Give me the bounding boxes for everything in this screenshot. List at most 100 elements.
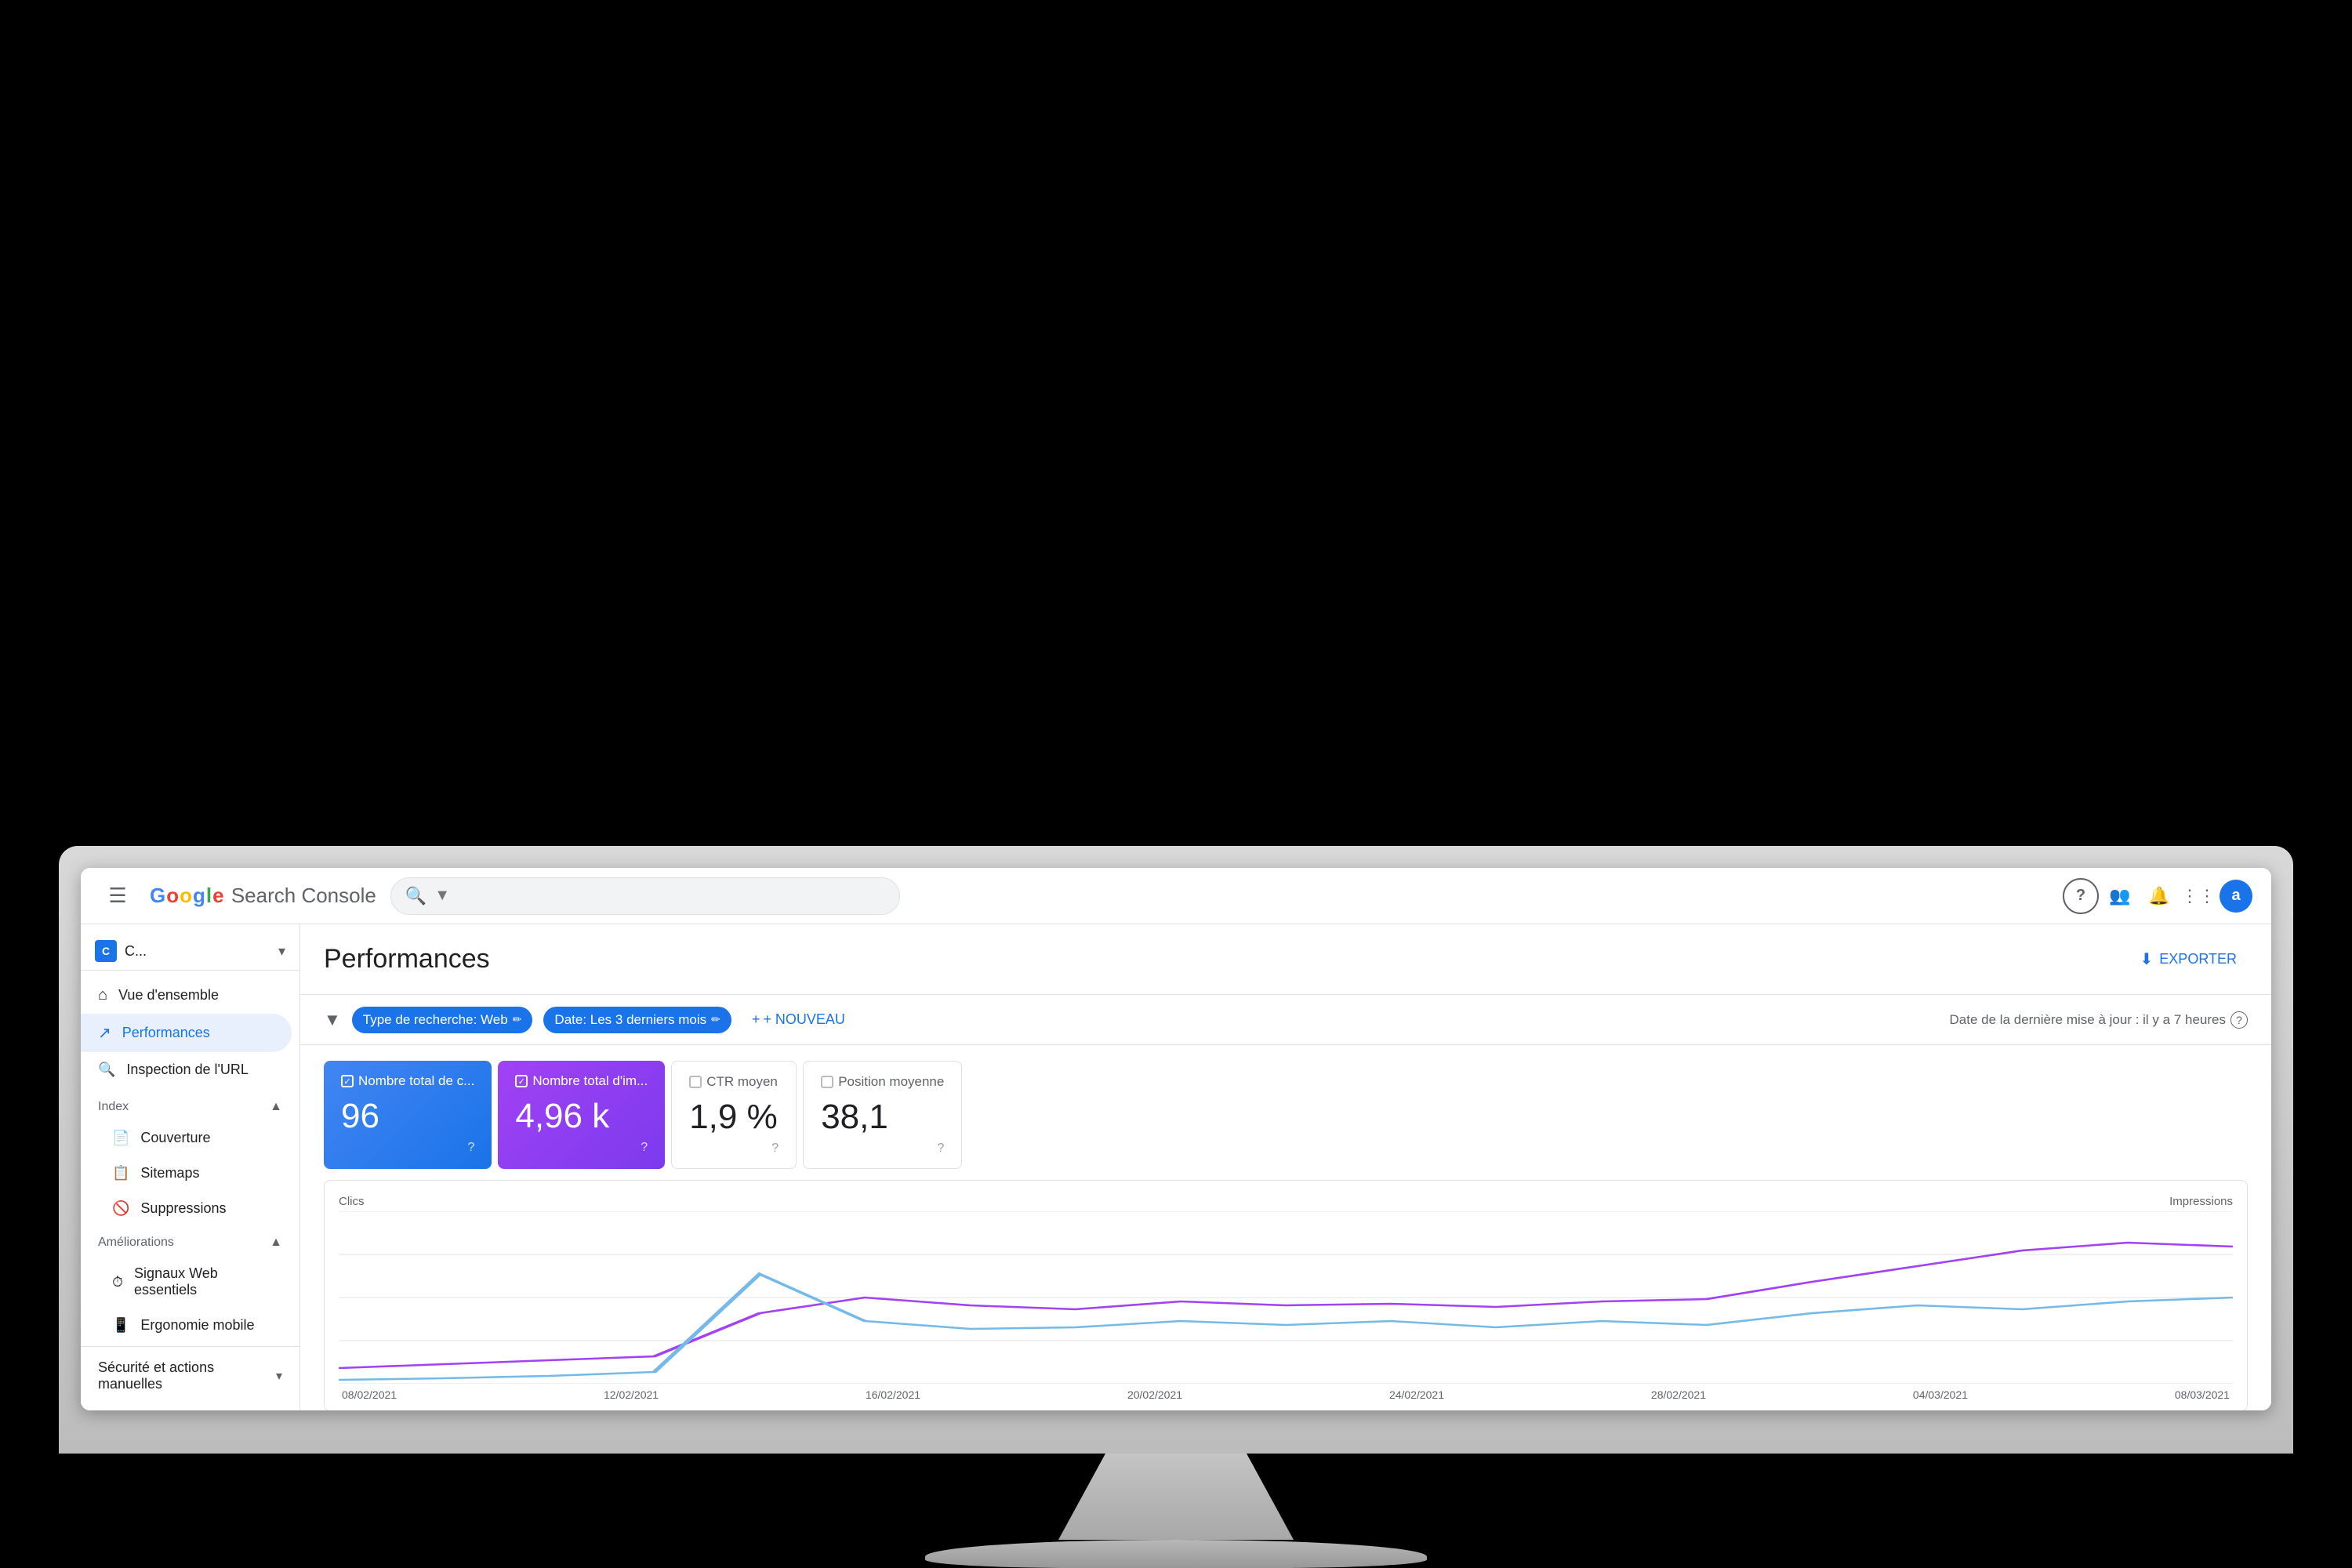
metric-impressions-label: Nombre total d'im... — [532, 1073, 648, 1089]
content-header: Performances ⬇ EXPORTER — [300, 924, 2271, 995]
metric-ctr-checkbox — [689, 1076, 702, 1088]
chart-svg: 450 300 150 0 0 — [339, 1211, 2233, 1384]
metric-card-position-header: Position moyenne — [821, 1074, 944, 1090]
signaux-web-label: Signaux Web essentiels — [134, 1265, 282, 1298]
filter-chip-date-label: Date: Les 3 derniers mois — [554, 1012, 706, 1028]
metric-impressions-value: 4,96 k — [515, 1097, 648, 1136]
new-filter-button[interactable]: + + NOUVEAU — [742, 1006, 855, 1033]
section-anciens-outils-header[interactable]: Anciens outils et rapports ▾ — [81, 1402, 299, 1410]
sitemaps-icon: 📋 — [112, 1165, 129, 1181]
chart-date-8: 08/03/2021 — [2175, 1388, 2230, 1401]
last-update-text: Date de la dernière mise à jour : il y a… — [1950, 1012, 2226, 1028]
sidebar-item-sitemaps[interactable]: 📋 Sitemaps — [81, 1156, 299, 1191]
search-icon: 🔍 — [405, 886, 426, 906]
property-selector[interactable]: C C... ▾ — [81, 932, 299, 971]
section-index-chevron: ▲ — [270, 1100, 282, 1114]
chart-axis-labels: Clics Impressions — [339, 1195, 2233, 1208]
section-ameliorations-chevron: ▲ — [270, 1236, 282, 1250]
chart-date-3: 16/02/2021 — [866, 1388, 920, 1401]
metric-position-checkbox — [821, 1076, 833, 1088]
clics-line — [339, 1274, 2233, 1380]
sitemaps-label: Sitemaps — [140, 1165, 199, 1181]
metric-clics-label: Nombre total de c... — [358, 1073, 474, 1089]
section-index: Index ▲ 📄 Couverture 📋 Sitemaps — [81, 1094, 299, 1226]
sidebar-item-performances[interactable]: ↗ Performances — [81, 1014, 292, 1052]
chart-date-6: 28/02/2021 — [1651, 1388, 1706, 1401]
last-update-help-icon[interactable]: ? — [2230, 1011, 2248, 1029]
page-title: Performances — [324, 944, 490, 975]
sidebar: C C... ▾ ⌂ Vue d'ensemble ↗ Performa — [81, 924, 300, 1410]
ergonomie-mobile-label: Ergonomie mobile — [140, 1317, 254, 1334]
impressions-line — [339, 1243, 2233, 1368]
sidebar-item-couverture[interactable]: 📄 Couverture — [81, 1120, 299, 1156]
chart-area: Clics Impressions — [300, 1169, 2271, 1410]
users-icon[interactable]: 👥 — [2102, 878, 2138, 914]
export-icon: ⬇ — [2140, 949, 2154, 969]
metric-impressions-checkbox: ✓ — [515, 1075, 528, 1087]
export-button[interactable]: ⬇ EXPORTER — [2129, 942, 2248, 977]
section-index-label: Index — [98, 1100, 129, 1114]
section-ameliorations-label: Améliorations — [98, 1236, 174, 1250]
last-update: Date de la dernière mise à jour : il y a… — [1950, 1011, 2248, 1029]
filter-chip-date[interactable]: Date: Les 3 derniers mois ✏ — [543, 1007, 731, 1033]
section-securite-header[interactable]: Sécurité et actions manuelles ▾ — [81, 1350, 299, 1402]
sidebar-item-overview[interactable]: ⌂ Vue d'ensemble — [81, 977, 292, 1014]
metric-clics-value: 96 — [341, 1097, 474, 1136]
avatar-button[interactable]: a — [2220, 880, 2252, 913]
signaux-web-icon: ⏱ — [112, 1274, 123, 1290]
hamburger-button[interactable]: ☰ — [100, 878, 136, 914]
metric-card-impressions[interactable]: ✓ Nombre total d'im... 4,96 k ? — [498, 1061, 665, 1169]
metric-ctr-label: CTR moyen — [706, 1074, 778, 1090]
metric-card-ctr[interactable]: CTR moyen 1,9 % ? — [671, 1061, 797, 1169]
metric-ctr-help: ? — [689, 1142, 779, 1156]
metric-clics-help: ? — [341, 1141, 474, 1155]
metric-position-help: ? — [821, 1142, 944, 1156]
suppressions-icon: 🚫 — [112, 1200, 129, 1217]
metric-card-impressions-header: ✓ Nombre total d'im... — [515, 1073, 648, 1089]
sidebar-item-signaux-web[interactable]: ⏱ Signaux Web essentiels — [81, 1256, 299, 1308]
section-index-header[interactable]: Index ▲ — [81, 1094, 299, 1120]
monitor-stand-neck — [1058, 1454, 1294, 1540]
section-securite: Sécurité et actions manuelles ▾ — [81, 1346, 299, 1402]
ergonomie-mobile-icon: 📱 — [112, 1317, 129, 1334]
sidebar-item-url-inspection[interactable]: 🔍 Inspection de l'URL — [81, 1052, 292, 1087]
bell-icon[interactable]: 🔔 — [2141, 878, 2177, 914]
monitor-stand-base — [925, 1540, 1427, 1568]
property-dropdown-icon: ▾ — [278, 943, 285, 960]
top-nav: ☰ Google Search Console 🔍 ? 👥 🔔 ⋮⋮ a — [81, 868, 2271, 924]
performances-label: Performances — [122, 1025, 210, 1041]
search-bar[interactable]: 🔍 — [390, 877, 900, 915]
help-icon[interactable]: ? — [2063, 878, 2099, 914]
metric-position-label: Position moyenne — [838, 1074, 944, 1090]
metric-clics-checkbox: ✓ — [341, 1075, 354, 1087]
section-ameliorations-header[interactable]: Améliorations ▲ — [81, 1229, 299, 1256]
section-securite-chevron: ▾ — [276, 1368, 282, 1384]
sidebar-item-suppressions[interactable]: 🚫 Suppressions — [81, 1191, 299, 1226]
chart-svg-container: 450 300 150 0 0 — [339, 1211, 2233, 1384]
property-icon: C — [95, 940, 117, 962]
chart-date-7: 04/03/2021 — [1913, 1388, 1968, 1401]
property-name: C... — [125, 943, 270, 960]
chart-left-label: Clics — [339, 1195, 365, 1208]
filters-bar: ▼ Type de recherche: Web ✏ Date: Les 3 d… — [300, 995, 2271, 1045]
filter-chip-search-type-edit-icon: ✏ — [513, 1013, 522, 1026]
gsc-logo: Google Search Console — [150, 884, 376, 908]
main-content: Performances ⬇ EXPORTER ▼ Type de recher… — [300, 924, 2271, 1410]
metric-card-clics[interactable]: ✓ Nombre total de c... 96 ? — [324, 1061, 492, 1169]
sidebar-item-ergonomie-mobile[interactable]: 📱 Ergonomie mobile — [81, 1308, 299, 1343]
metric-card-clics-header: ✓ Nombre total de c... — [341, 1073, 474, 1089]
export-label: EXPORTER — [2159, 951, 2237, 967]
metric-ctr-value: 1,9 % — [689, 1098, 779, 1137]
url-inspection-icon: 🔍 — [98, 1062, 115, 1078]
search-input[interactable] — [434, 887, 885, 905]
filter-chip-date-edit-icon: ✏ — [711, 1013, 720, 1026]
filter-chip-search-type[interactable]: Type de recherche: Web ✏ — [352, 1007, 533, 1033]
chart-date-4: 20/02/2021 — [1127, 1388, 1182, 1401]
section-ameliorations: Améliorations ▲ ⏱ Signaux Web essentiels… — [81, 1229, 299, 1343]
browser-window: ☰ Google Search Console 🔍 ? 👥 🔔 ⋮⋮ a — [81, 868, 2271, 1410]
nav-icons: ? 👥 🔔 ⋮⋮ a — [2063, 878, 2252, 914]
grid-icon[interactable]: ⋮⋮ — [2180, 878, 2216, 914]
couverture-label: Couverture — [140, 1130, 210, 1146]
performances-icon: ↗ — [98, 1023, 111, 1043]
metric-card-position[interactable]: Position moyenne 38,1 ? — [803, 1061, 962, 1169]
